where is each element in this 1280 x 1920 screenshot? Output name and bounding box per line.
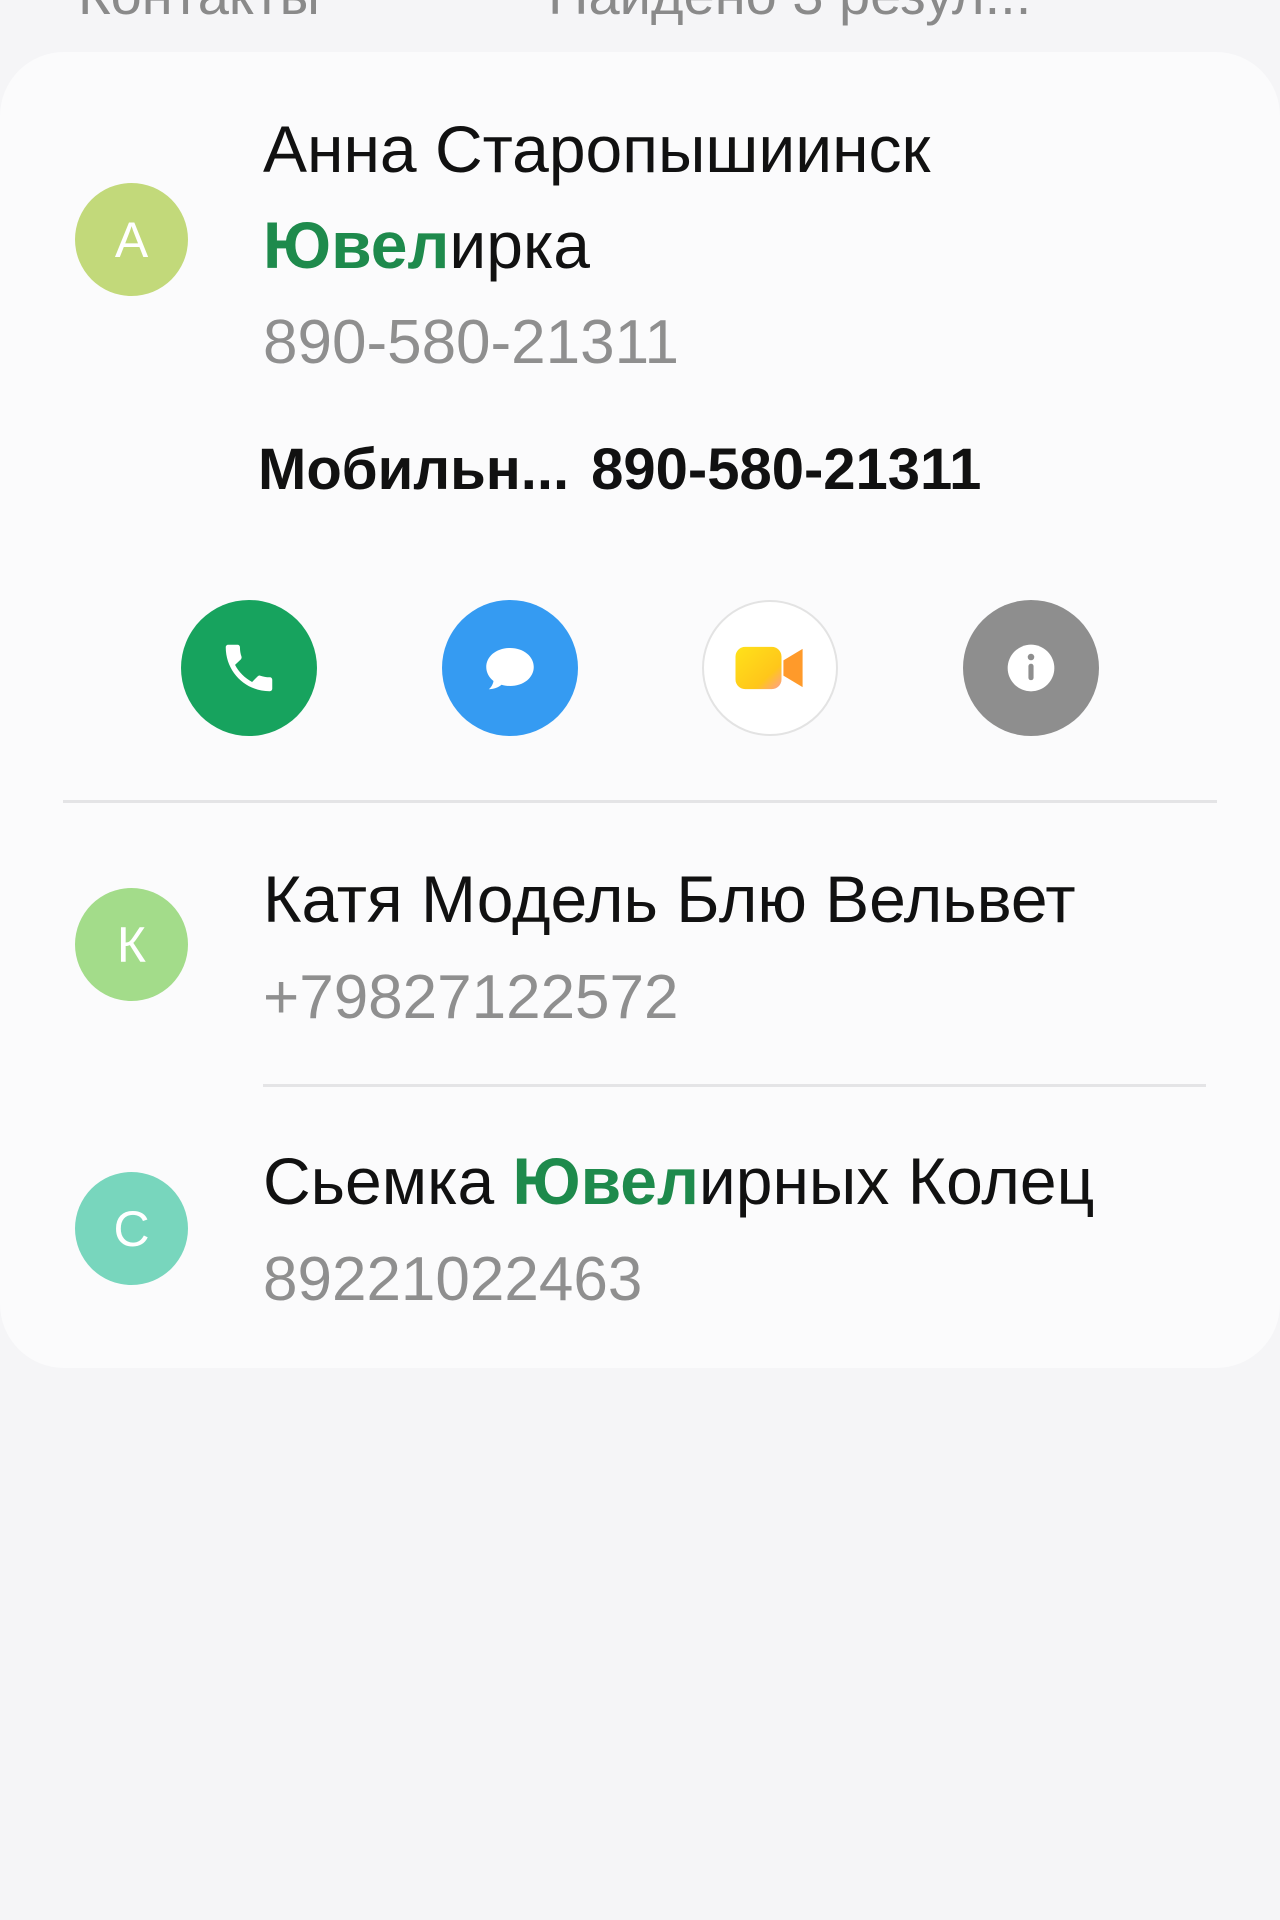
divider bbox=[263, 1084, 1206, 1087]
results-count-label: Найдено 3 резул... bbox=[548, 0, 1031, 27]
message-icon bbox=[486, 648, 534, 690]
number-type-label: Мобильн... bbox=[258, 437, 570, 502]
search-results-header: Контакты Найдено 3 резул... bbox=[0, 0, 1280, 48]
contact-name-rest: ирных Колец bbox=[698, 1144, 1095, 1218]
call-button[interactable] bbox=[181, 600, 317, 736]
contact-name: Сьемка Ювелирных Колец bbox=[263, 1144, 1094, 1220]
avatar: А bbox=[75, 183, 188, 296]
message-button[interactable] bbox=[442, 600, 578, 736]
video-call-button[interactable] bbox=[702, 600, 838, 736]
phone-icon bbox=[225, 644, 273, 692]
contact-name-prefix: Сьемка bbox=[263, 1144, 513, 1218]
contact-name: Катя Модель Блю Вельвет bbox=[263, 862, 1076, 936]
search-match-highlight: Ювел bbox=[512, 1144, 699, 1218]
contact-phone: +79827122572 bbox=[263, 963, 679, 1032]
search-match-highlight: Ювел bbox=[263, 208, 450, 282]
contact-name-line1: Анна Старопышиинск bbox=[263, 112, 931, 186]
phone-number-row[interactable]: Мобильн... 890-580-21311 bbox=[258, 436, 981, 503]
avatar-initial: С bbox=[113, 1200, 150, 1257]
avatar: С bbox=[75, 1172, 188, 1285]
contact-name-rest: ирка bbox=[449, 208, 591, 282]
contacts-section-label: Контакты bbox=[78, 0, 320, 27]
divider bbox=[63, 800, 1217, 803]
contact-phone: 890-580-21311 bbox=[263, 308, 679, 377]
info-icon bbox=[1007, 644, 1055, 692]
avatar: К bbox=[75, 888, 188, 1001]
contact-name-line2: Ювелирка bbox=[263, 208, 590, 284]
results-card: А Анна Старопышиинск Ювелирка 890-580-21… bbox=[0, 52, 1280, 1368]
avatar-initial: А bbox=[114, 211, 149, 268]
avatar-initial: К bbox=[116, 916, 147, 973]
video-call-icon bbox=[735, 646, 803, 690]
contact-phone: 89221022463 bbox=[263, 1245, 643, 1314]
contact-info-button[interactable] bbox=[963, 600, 1099, 736]
number-value: 890-580-21311 bbox=[591, 437, 982, 502]
